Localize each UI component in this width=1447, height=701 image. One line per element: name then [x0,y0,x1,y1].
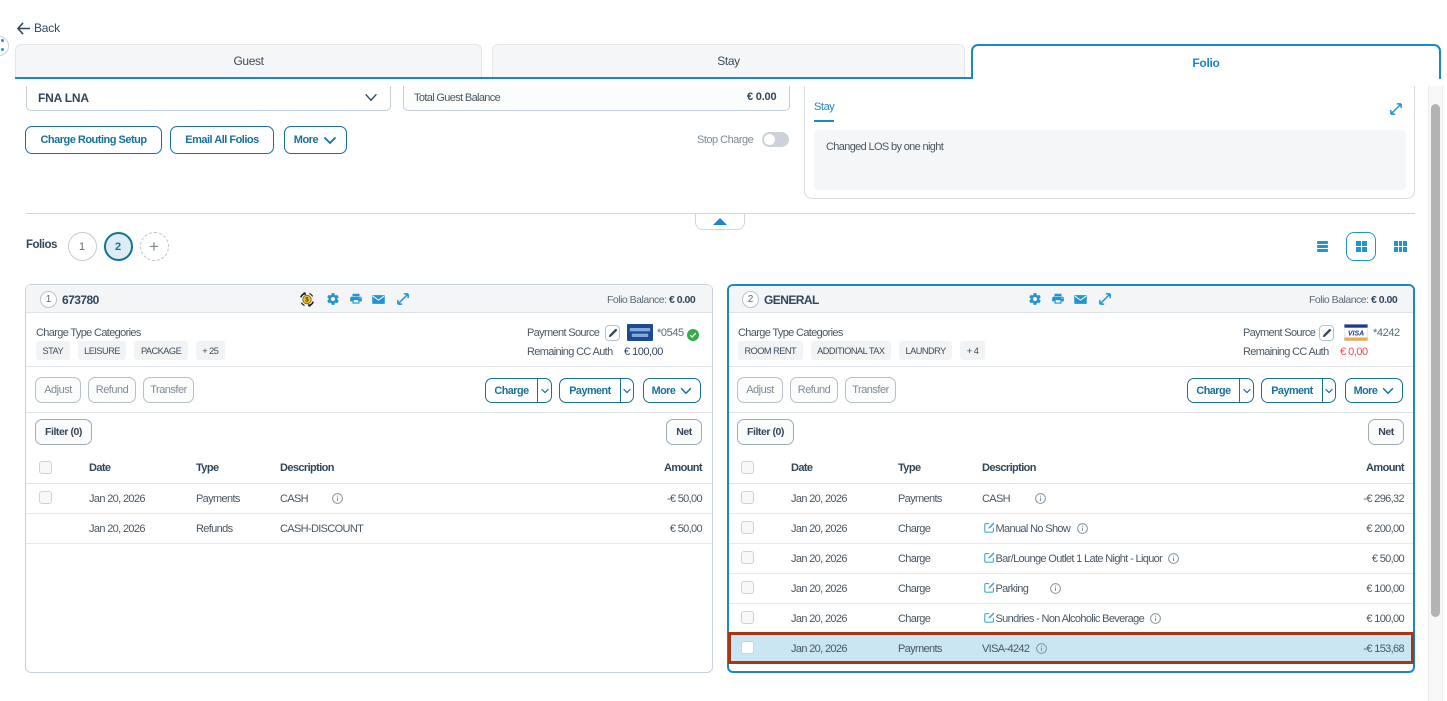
svg-text:VISA: VISA [1348,330,1364,337]
